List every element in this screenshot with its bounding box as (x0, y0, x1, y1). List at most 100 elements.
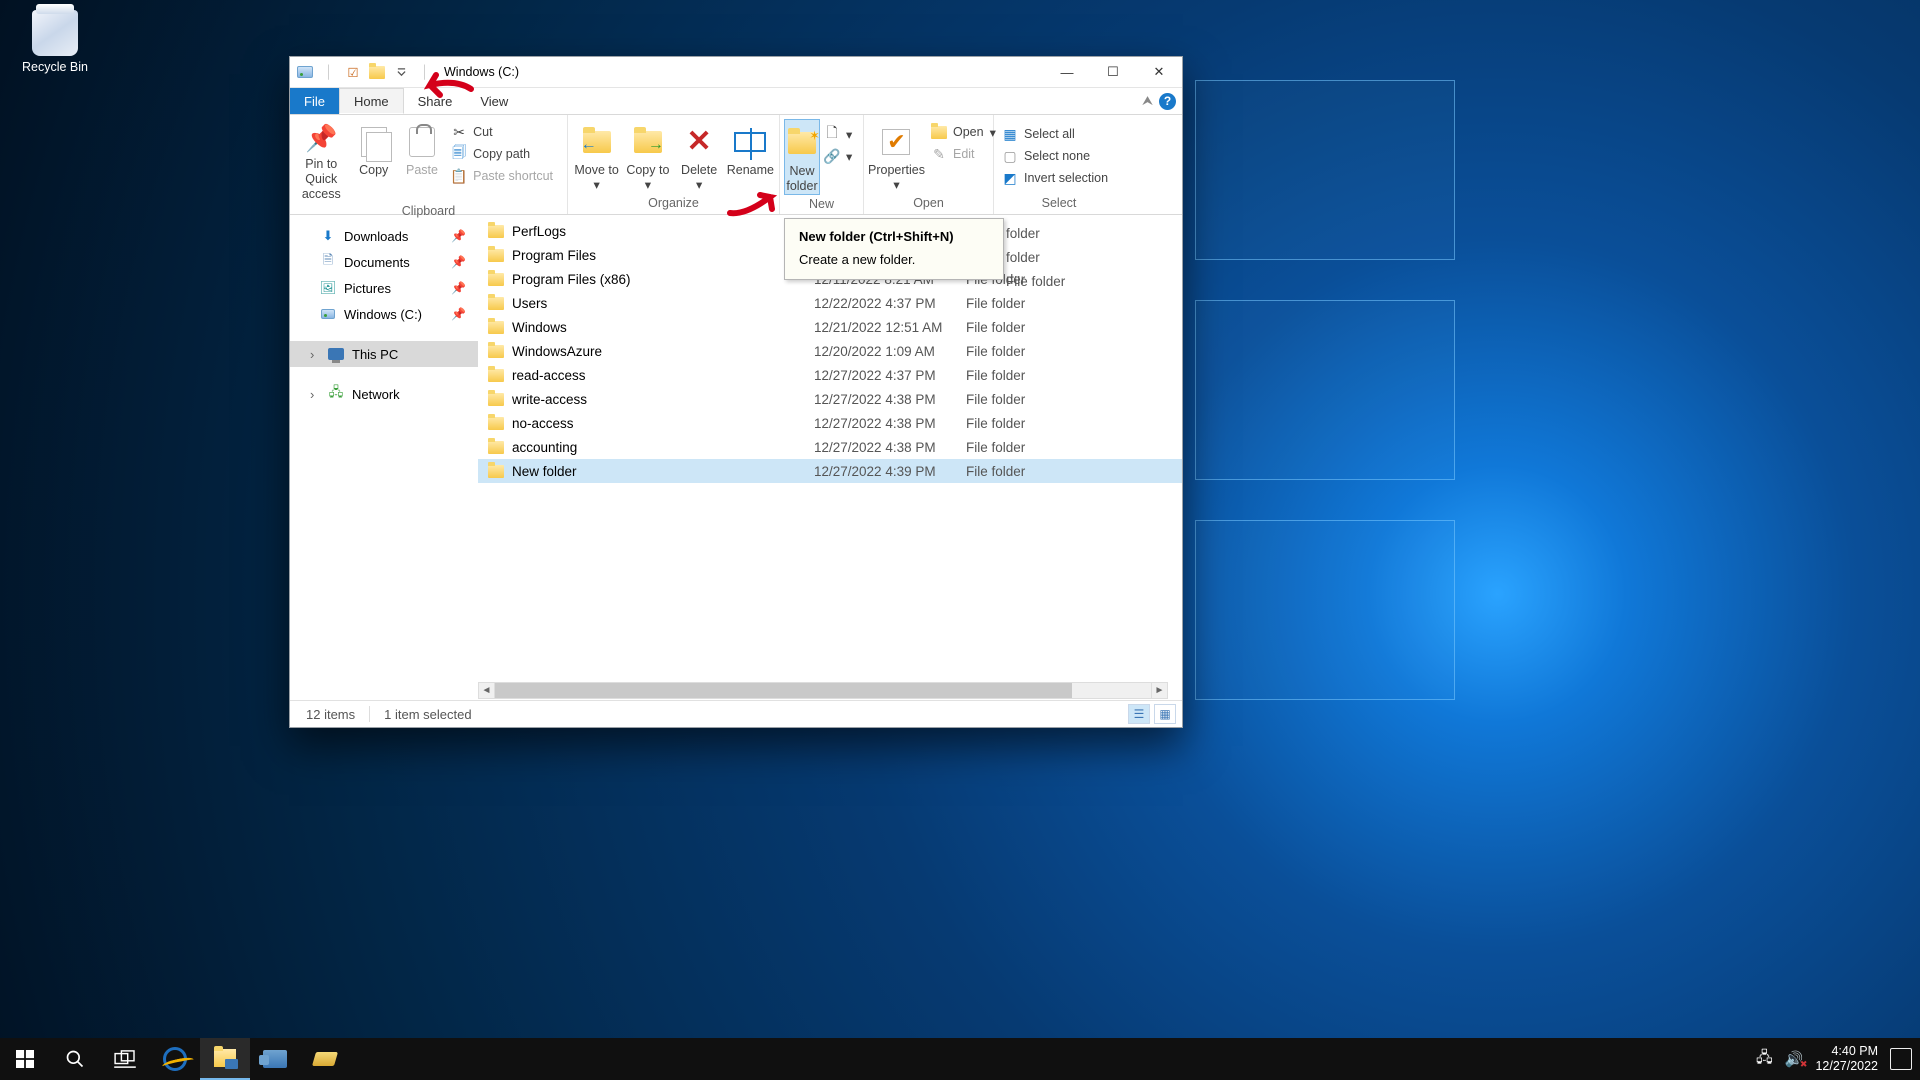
copy-path-button[interactable]: 🗐Copy path (447, 145, 557, 163)
select-all-button[interactable]: ▦Select all (998, 125, 1112, 143)
folder-icon (488, 369, 504, 382)
copy-path-icon: 🗐 (451, 146, 467, 162)
file-row[interactable]: write-access12/27/2022 4:38 PMFile folde… (478, 387, 1182, 411)
folder-icon (488, 273, 504, 286)
taskbar-ie[interactable] (150, 1038, 200, 1080)
details-view-button[interactable]: ☰ (1128, 704, 1150, 724)
edit-icon: ✎ (931, 146, 947, 162)
pin-to-quick-access-button[interactable]: 📌 Pin to Quick access (294, 119, 349, 202)
task-view-button[interactable] (100, 1038, 150, 1080)
qat-properties-icon[interactable]: ☑ (344, 63, 362, 81)
file-name-cell: Windows (488, 320, 814, 335)
invert-selection-button[interactable]: ◩Invert selection (998, 169, 1112, 187)
edit-button[interactable]: ✎Edit (927, 145, 1000, 163)
tab-view[interactable]: View (466, 88, 522, 114)
easy-access-button[interactable]: 🔗▾ (820, 147, 856, 165)
properties-button[interactable]: ✔ Properties▾ (868, 119, 925, 193)
file-explorer-window: │ ☑ │ Windows (C:) — ☐ ✕ File Home Share… (289, 56, 1183, 728)
paste-button[interactable]: Paste (399, 119, 445, 178)
tray-clock[interactable]: 4:40 PM 12/27/2022 (1815, 1044, 1878, 1074)
copy-button[interactable]: Copy (351, 119, 397, 178)
documents-icon: 🗎 (320, 254, 336, 270)
taskbar-app[interactable] (300, 1038, 350, 1080)
paste-shortcut-button[interactable]: 📋Paste shortcut (447, 167, 557, 185)
file-explorer-icon (214, 1049, 236, 1067)
minimize-button[interactable]: — (1044, 57, 1090, 88)
taskbar-server-manager[interactable] (250, 1038, 300, 1080)
file-row[interactable]: Windows12/21/2022 12:51 AMFile folder (478, 315, 1182, 339)
file-type-cell: File folder (966, 344, 1106, 359)
horizontal-scrollbar[interactable]: ◄ ► (478, 682, 1168, 699)
file-name-cell: WindowsAzure (488, 344, 814, 359)
nav-network[interactable]: ›🖧Network (290, 381, 478, 407)
titlebar[interactable]: │ ☑ │ Windows (C:) — ☐ ✕ (290, 57, 1182, 88)
nav-documents[interactable]: 🗎Documents📌 (290, 249, 478, 275)
minimize-ribbon-icon[interactable]: ⮝ (1142, 93, 1153, 109)
folder-icon (488, 345, 504, 358)
file-name-cell: no-access (488, 416, 814, 431)
qat-customize-icon[interactable] (392, 63, 410, 81)
tab-file[interactable]: File (290, 88, 339, 114)
file-row[interactable]: accounting12/27/2022 4:38 PMFile folder (478, 435, 1182, 459)
system-tray: 🖧 🔊 4:40 PM 12/27/2022 (1756, 1044, 1920, 1074)
scroll-thumb[interactable] (495, 683, 1072, 698)
file-row[interactable]: New folder12/27/2022 4:39 PMFile folder (478, 459, 1182, 483)
bg-decoration (1195, 300, 1455, 480)
nav-windows-c[interactable]: Windows (C:)📌 (290, 301, 478, 327)
scroll-right-button[interactable]: ► (1151, 682, 1168, 699)
nav-this-pc[interactable]: ›This PC (290, 341, 478, 367)
file-date-cell: 12/20/2022 1:09 AM (814, 344, 966, 359)
select-none-button[interactable]: ▢Select none (998, 147, 1112, 165)
rename-button[interactable]: Rename (726, 119, 775, 178)
server-manager-icon (263, 1050, 287, 1068)
move-to-button[interactable]: Move to ▾ (572, 119, 621, 193)
tray-sound-muted-icon[interactable]: 🔊 (1785, 1050, 1804, 1068)
file-row[interactable]: WindowsAzure12/20/2022 1:09 AMFile folde… (478, 339, 1182, 363)
start-button[interactable] (0, 1038, 50, 1080)
cut-button[interactable]: ✂Cut (447, 123, 557, 141)
file-row[interactable]: read-access12/27/2022 4:37 PMFile folder (478, 363, 1182, 387)
file-type-cell: File folder (966, 320, 1106, 335)
new-item-button[interactable]: 🗋▾ (820, 125, 856, 143)
delete-button[interactable]: ✕ Delete▾ (675, 119, 724, 193)
file-type-cell: File folder (966, 440, 1106, 455)
search-button[interactable] (50, 1038, 100, 1080)
open-button[interactable]: Open ▾ (927, 123, 1000, 141)
file-list[interactable]: PerfLogsfolderProgram FilesfolderProgram… (478, 219, 1182, 699)
open-icon (931, 124, 947, 140)
nav-downloads[interactable]: ⬇Downloads📌 (290, 223, 478, 249)
large-icons-view-button[interactable]: ▦ (1154, 704, 1176, 724)
folder-icon (488, 465, 504, 478)
help-icon[interactable]: ? (1159, 93, 1176, 110)
new-folder-label: New folder (785, 164, 819, 194)
rename-icon (733, 125, 767, 159)
file-row[interactable]: no-access12/27/2022 4:38 PMFile folder (478, 411, 1182, 435)
system-menu-icon[interactable] (296, 63, 314, 81)
pictures-icon: 🖼 (320, 280, 336, 296)
copy-to-button[interactable]: Copy to ▾ (623, 119, 672, 193)
maximize-button[interactable]: ☐ (1090, 57, 1136, 88)
tab-home[interactable]: Home (339, 88, 404, 114)
taskbar-file-explorer[interactable] (200, 1038, 250, 1080)
tray-network-icon[interactable]: 🖧 (1756, 1047, 1773, 1072)
folder-icon (488, 441, 504, 454)
taskbar: 🖧 🔊 4:40 PM 12/27/2022 (0, 1038, 1920, 1080)
nav-pictures[interactable]: 🖼Pictures📌 (290, 275, 478, 301)
tab-share[interactable]: Share (404, 88, 467, 114)
file-date-cell: 12/22/2022 4:37 PM (814, 296, 966, 311)
new-folder-button[interactable]: New folder (784, 119, 820, 195)
qat-folder-icon[interactable] (368, 63, 386, 81)
action-center-button[interactable] (1890, 1048, 1912, 1070)
close-button[interactable]: ✕ (1136, 57, 1182, 88)
file-row[interactable]: Users12/22/2022 4:37 PMFile folder (478, 291, 1182, 315)
scroll-track[interactable] (495, 682, 1151, 699)
paste-icon (405, 125, 439, 159)
copy-label: Copy (359, 163, 388, 178)
new-group-label: New (780, 195, 863, 215)
chevron-right-icon: › (310, 387, 320, 402)
copy-icon (357, 125, 391, 159)
desktop-recycle-bin[interactable]: Recycle Bin (12, 10, 98, 74)
scroll-left-button[interactable]: ◄ (478, 682, 495, 699)
file-name-cell: write-access (488, 392, 814, 407)
pin-label: Pin to Quick access (294, 157, 349, 202)
